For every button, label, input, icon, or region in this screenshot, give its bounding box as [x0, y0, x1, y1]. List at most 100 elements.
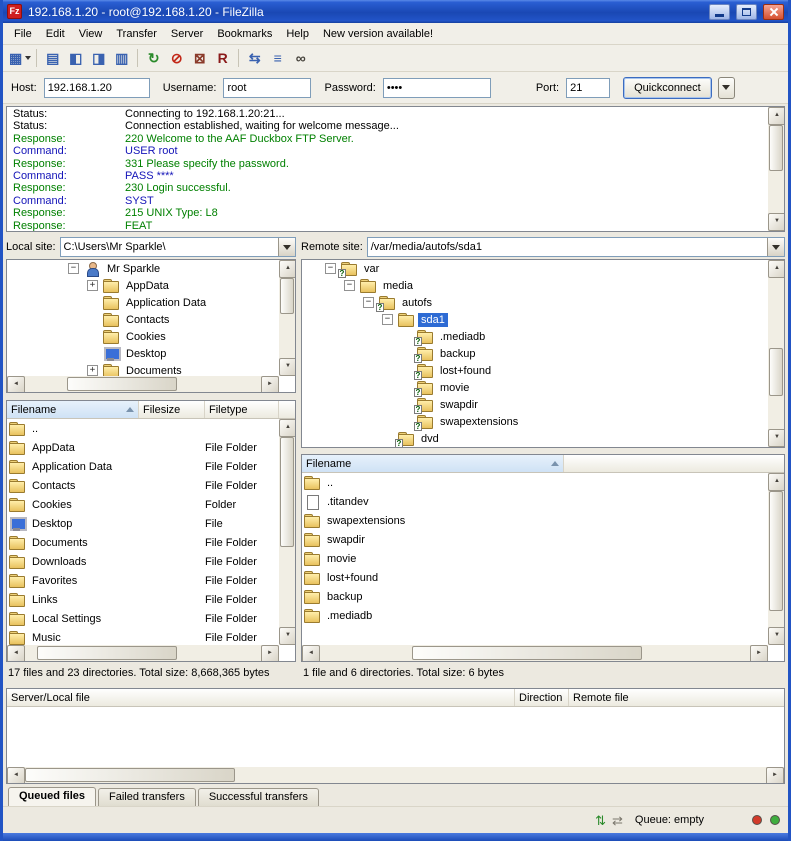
file-row[interactable]: .mediadb: [302, 606, 768, 625]
file-row[interactable]: Local Settings File Folder: [7, 609, 279, 628]
site-manager-icon[interactable]: ▦: [8, 47, 32, 69]
tree-item[interactable]: ? lost+found: [302, 362, 768, 379]
tree-item[interactable]: + AppData: [7, 277, 279, 294]
menu-bookmarks[interactable]: Bookmarks: [210, 25, 279, 43]
speed-limits-icon[interactable]: ⇅: [595, 814, 606, 827]
file-row[interactable]: Music File Folder: [7, 628, 279, 645]
column-header-direction[interactable]: Direction: [515, 689, 569, 706]
column-header-filesize[interactable]: Filesize: [139, 401, 205, 418]
menu-file[interactable]: File: [7, 25, 39, 43]
file-row[interactable]: movie: [302, 549, 768, 568]
column-header-remote-file[interactable]: Remote file: [569, 689, 784, 706]
tree-item[interactable]: Contacts: [7, 311, 279, 328]
file-row[interactable]: backup: [302, 587, 768, 606]
tree-expander-icon[interactable]: −: [325, 263, 336, 274]
file-row[interactable]: .titandev: [302, 492, 768, 511]
tree-item[interactable]: ? swapdir: [302, 396, 768, 413]
host-input[interactable]: [44, 78, 150, 98]
tree-item[interactable]: ? .mediadb: [302, 328, 768, 345]
password-input[interactable]: [383, 78, 491, 98]
tree-expander-icon[interactable]: −: [382, 314, 393, 325]
remote-tree-vertical-scrollbar[interactable]: [768, 260, 784, 447]
port-input[interactable]: [566, 78, 610, 98]
column-header-server-local-file[interactable]: Server/Local file: [7, 689, 515, 706]
file-row[interactable]: Cookies Folder: [7, 495, 279, 514]
column-header-filename[interactable]: Filename: [7, 401, 139, 418]
local-tree-vertical-scrollbar[interactable]: [279, 260, 295, 376]
file-row[interactable]: Documents File Folder: [7, 533, 279, 552]
scrollbar-thumb[interactable]: [280, 278, 294, 314]
tree-item[interactable]: ? dvd: [302, 430, 768, 447]
local-list-vertical-scrollbar[interactable]: [279, 419, 295, 645]
tree-item[interactable]: Application Data: [7, 294, 279, 311]
file-row[interactable]: Application Data File Folder: [7, 457, 279, 476]
column-header-filetype[interactable]: Filetype: [205, 401, 279, 418]
site-manager-dropdown-icon[interactable]: [25, 56, 31, 60]
file-row[interactable]: ..: [302, 473, 768, 492]
refresh-icon[interactable]: ↻: [142, 47, 165, 69]
cancel-icon[interactable]: ⊘: [165, 47, 188, 69]
transfer-activity-icon[interactable]: ⇄: [612, 814, 623, 827]
minimize-button[interactable]: [709, 4, 730, 20]
file-row[interactable]: lost+found: [302, 568, 768, 587]
remote-list-horizontal-scrollbar[interactable]: [302, 645, 768, 661]
splitter[interactable]: [6, 393, 296, 400]
log-vertical-scrollbar[interactable]: [768, 107, 784, 231]
toggle-local-tree-icon[interactable]: ◧: [64, 47, 87, 69]
tree-expander-icon[interactable]: +: [87, 280, 98, 291]
tab-queued-files[interactable]: Queued files: [8, 787, 96, 806]
tree-expander-icon[interactable]: −: [68, 263, 79, 274]
quickconnect-dropdown-icon[interactable]: [718, 77, 735, 99]
tab-successful-transfers[interactable]: Successful transfers: [198, 788, 319, 806]
file-row[interactable]: Favorites File Folder: [7, 571, 279, 590]
tree-item[interactable]: Desktop: [7, 345, 279, 362]
title-bar[interactable]: Fz 192.168.1.20 - root@192.168.1.20 - Fi…: [3, 0, 788, 23]
combo-dropdown-icon[interactable]: [278, 238, 295, 256]
file-row[interactable]: AppData File Folder: [7, 438, 279, 457]
tree-item[interactable]: − sda1: [302, 311, 768, 328]
scrollbar-thumb[interactable]: [412, 646, 642, 660]
scrollbar-thumb[interactable]: [769, 491, 783, 611]
disconnect-icon[interactable]: ⊠: [188, 47, 211, 69]
tree-expander-icon[interactable]: −: [363, 297, 374, 308]
close-button[interactable]: [763, 4, 784, 20]
file-row[interactable]: Links File Folder: [7, 590, 279, 609]
remote-site-combo[interactable]: /var/media/autofs/sda1: [367, 237, 785, 257]
tree-item[interactable]: Cookies: [7, 328, 279, 345]
tree-item[interactable]: + Documents: [7, 362, 279, 376]
tree-item[interactable]: ? movie: [302, 379, 768, 396]
quickconnect-button[interactable]: Quickconnect: [623, 77, 712, 99]
remote-list-vertical-scrollbar[interactable]: [768, 473, 784, 645]
toggle-message-log-icon[interactable]: ▤: [41, 47, 64, 69]
file-row[interactable]: Desktop File: [7, 514, 279, 533]
column-header-filename[interactable]: Filename: [302, 455, 564, 472]
scrollbar-thumb[interactable]: [280, 437, 294, 547]
scrollbar-thumb[interactable]: [769, 125, 783, 171]
scrollbar-thumb[interactable]: [25, 768, 235, 782]
queue-horizontal-scrollbar[interactable]: [7, 767, 784, 783]
toggle-transfer-queue-icon[interactable]: ▥: [110, 47, 133, 69]
maximize-button[interactable]: [736, 4, 757, 20]
tree-item[interactable]: ? swapextensions: [302, 413, 768, 430]
reconnect-icon[interactable]: R: [211, 47, 234, 69]
scrollbar-thumb[interactable]: [67, 377, 177, 391]
file-row[interactable]: Contacts File Folder: [7, 476, 279, 495]
scrollbar-thumb[interactable]: [769, 348, 783, 396]
local-list-horizontal-scrollbar[interactable]: [7, 645, 279, 661]
local-site-combo[interactable]: C:\Users\Mr Sparkle\: [60, 237, 296, 257]
menu-transfer[interactable]: Transfer: [109, 25, 164, 43]
directory-comparison-icon[interactable]: ⇆: [243, 47, 266, 69]
combo-dropdown-icon[interactable]: [767, 238, 784, 256]
tree-expander-icon[interactable]: +: [87, 365, 98, 376]
menu-help[interactable]: Help: [279, 25, 316, 43]
synchronized-browsing-icon[interactable]: ≡: [266, 47, 289, 69]
find-files-icon[interactable]: ∞: [289, 47, 312, 69]
tab-failed-transfers[interactable]: Failed transfers: [98, 788, 196, 806]
menu-edit[interactable]: Edit: [39, 25, 72, 43]
file-row[interactable]: swapextensions: [302, 511, 768, 530]
menu-view[interactable]: View: [72, 25, 110, 43]
local-tree-horizontal-scrollbar[interactable]: [7, 376, 279, 392]
tree-item[interactable]: ? backup: [302, 345, 768, 362]
scrollbar-thumb[interactable]: [37, 646, 177, 660]
username-input[interactable]: [223, 78, 311, 98]
